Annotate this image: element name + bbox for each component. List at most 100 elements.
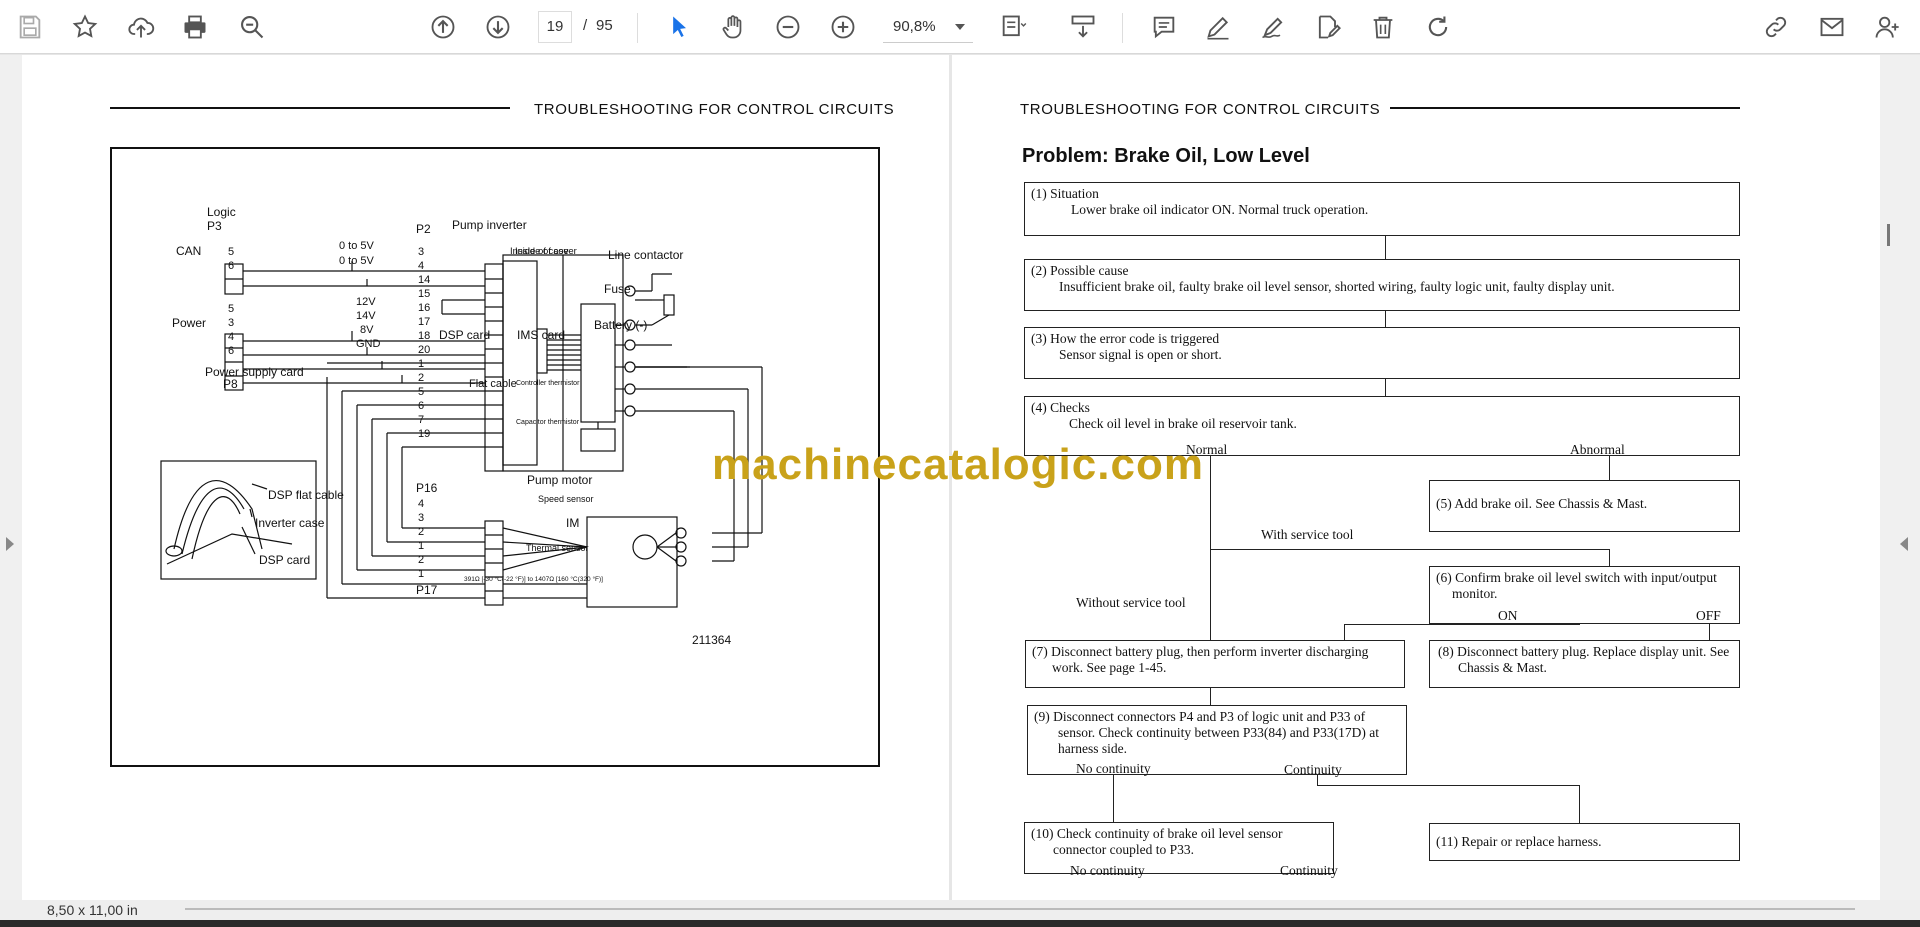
label-flat-cable: Flat cable: [469, 378, 517, 390]
flow-box-text: (8) Disconnect battery plug. Replace dis…: [1438, 644, 1730, 675]
svg-text:3: 3: [418, 246, 424, 258]
flow-box-trigger: (3) How the error code is triggered Sens…: [1024, 327, 1740, 379]
chevron-right-icon[interactable]: [6, 537, 14, 551]
flow-connector: [1317, 785, 1579, 786]
flow-connector: [1210, 688, 1211, 705]
right-panel-toggle[interactable]: [1880, 55, 1920, 900]
svg-text:14: 14: [418, 274, 430, 286]
comment-icon[interactable]: [1147, 10, 1181, 44]
flow-connector: [1344, 624, 1580, 625]
zoom-out-search-icon[interactable]: [235, 10, 269, 44]
select-cursor-icon[interactable]: [662, 10, 696, 44]
svg-text:1: 1: [418, 358, 424, 370]
label-with-service-tool: With service tool: [1261, 527, 1354, 542]
label-v1: 0 to 5V: [339, 240, 375, 252]
svg-text:6: 6: [418, 400, 424, 412]
flow-box-replace-display: (8) Disconnect battery plug. Replace dis…: [1429, 640, 1740, 688]
label-p8: P8: [223, 377, 238, 391]
flow-connector: [1579, 795, 1580, 823]
flow-box-text: (7) Disconnect battery plug, then perfor…: [1032, 644, 1369, 675]
flow-box-possible-cause: (2) Possible cause Insufficient brake oi…: [1024, 259, 1740, 311]
rotate-icon[interactable]: [1421, 10, 1455, 44]
label-pump-inverter: Pump inverter: [452, 218, 527, 232]
sign-icon[interactable]: [1256, 10, 1290, 44]
svg-text:3: 3: [418, 512, 424, 524]
label-battery: Battery (-): [594, 318, 647, 332]
flow-connector: [1609, 549, 1610, 566]
scroll-mode-icon[interactable]: [1066, 10, 1100, 44]
add-user-icon[interactable]: [1870, 10, 1904, 44]
save-icon[interactable]: [13, 10, 47, 44]
label-dsp-flat-cable: DSP flat cable: [268, 488, 344, 502]
left-panel-toggle[interactable]: [0, 55, 22, 900]
page-down-icon[interactable]: [481, 10, 515, 44]
taskbar-edge: [0, 920, 1920, 927]
label-can: CAN: [176, 244, 201, 258]
edit-document-icon[interactable]: [1311, 10, 1345, 44]
label-p17: P17: [416, 583, 438, 597]
label-power: Power: [172, 316, 206, 330]
flow-box-add-oil: (5) Add brake oil. See Chassis & Mast.: [1429, 480, 1740, 532]
flow-box-text: Check oil level in brake oil reservoir t…: [1069, 416, 1297, 431]
email-icon[interactable]: [1815, 10, 1849, 44]
page-header-right: TROUBLESHOOTING FOR CONTROL CIRCUITS: [1020, 101, 1381, 118]
svg-text:4: 4: [418, 498, 424, 510]
label-without-service-tool: Without service tool: [1076, 595, 1186, 610]
label-speed-sensor: Speed sensor: [538, 494, 594, 504]
label-controller-thermistor: Controller thermistor: [516, 380, 580, 387]
chevron-left-icon[interactable]: [1900, 537, 1908, 551]
label-fuse: Fuse: [604, 282, 631, 296]
svg-text:6: 6: [228, 260, 234, 272]
flow-box-text: Sensor signal is open or short.: [1059, 347, 1222, 362]
label-p3: P3: [207, 219, 222, 233]
svg-text:20: 20: [418, 344, 430, 356]
fit-page-icon[interactable]: [996, 10, 1030, 44]
zoom-plus-icon[interactable]: [826, 10, 860, 44]
svg-text:4: 4: [228, 331, 234, 343]
watermark-text: machinecatalogic.com: [712, 440, 1204, 489]
pen-icon[interactable]: [1201, 10, 1235, 44]
label-thermal-spec: 391Ω [-30 °C(-22 °F)] to 1407Ω [160 °C(3…: [464, 575, 603, 583]
svg-text:1: 1: [418, 540, 424, 552]
flow-box-text: Insufficient brake oil, faulty brake oil…: [1059, 279, 1615, 294]
hand-icon[interactable]: [716, 10, 750, 44]
label-off: OFF: [1696, 608, 1721, 623]
label-capacitor-thermistor: Capacitor thermistor: [516, 419, 580, 426]
flow-box-situation: (1) Situation Lower brake oil indicator …: [1024, 182, 1740, 236]
print-icon[interactable]: [178, 10, 212, 44]
vertical-scrollbar[interactable]: [1887, 224, 1890, 246]
flow-box-title: (3) How the error code is triggered: [1031, 331, 1220, 346]
horizontal-scrollbar[interactable]: [185, 908, 1855, 910]
star-icon[interactable]: [68, 10, 102, 44]
label-v8: 8V: [360, 324, 374, 336]
svg-text:16: 16: [418, 302, 430, 314]
flow-connector: [1317, 775, 1318, 785]
chevron-down-icon[interactable]: [955, 24, 965, 30]
flow-connector: [1385, 379, 1386, 396]
flow-connector: [1344, 624, 1345, 640]
flow-box-discharge: (7) Disconnect battery plug, then perfor…: [1025, 640, 1405, 688]
page-number-input[interactable]: 19: [538, 11, 572, 43]
svg-text:1: 1: [418, 568, 424, 580]
flow-box-title: (1) Situation: [1031, 186, 1099, 201]
svg-text:6: 6: [228, 345, 234, 357]
flow-box-title: (2) Possible cause: [1031, 263, 1129, 278]
page-total: 95: [596, 17, 613, 34]
flow-connector: [1609, 456, 1610, 480]
page-size-label: 8,50 x 11,00 in: [47, 902, 138, 918]
zoom-minus-icon[interactable]: [771, 10, 805, 44]
delete-icon[interactable]: [1366, 10, 1400, 44]
flow-connector: [1385, 311, 1386, 327]
label-dsp-card-inset: DSP card: [259, 553, 310, 567]
page-up-icon[interactable]: [426, 10, 460, 44]
share-icon[interactable]: [1759, 10, 1793, 44]
svg-text:3: 3: [228, 317, 234, 329]
label-v12: 12V: [356, 296, 376, 308]
upload-icon[interactable]: [124, 10, 158, 44]
label-line-contactor: Line contactor: [608, 248, 683, 262]
flow-box-text: (5) Add brake oil. See Chassis & Mast.: [1436, 496, 1648, 511]
page-header-left: TROUBLESHOOTING FOR CONTROL CIRCUITS: [534, 101, 895, 118]
label-thermal-sensor: Thermal sensor: [526, 543, 589, 553]
flow-box-text: (10) Check continuity of brake oil level…: [1031, 826, 1283, 857]
flow-connector: [1709, 624, 1710, 640]
